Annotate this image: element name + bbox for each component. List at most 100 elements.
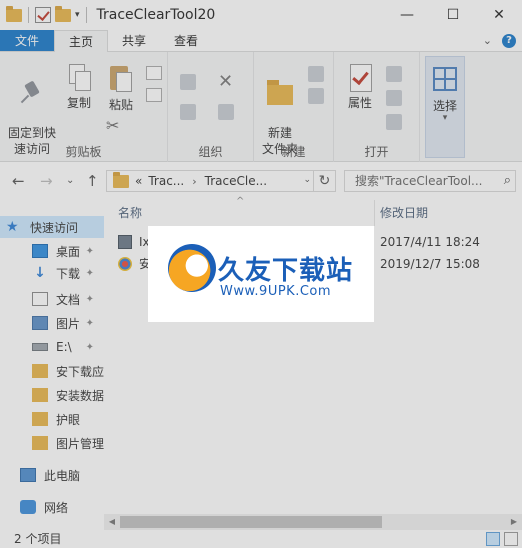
tab-file[interactable]: 文件	[0, 30, 55, 51]
easy-access-icon[interactable]	[308, 88, 324, 104]
nav-network[interactable]: 网络	[0, 496, 104, 518]
refresh-button[interactable]: ↻	[313, 171, 335, 191]
file-date: 2017/4/11 18:24	[380, 235, 480, 249]
address-dropdown-icon[interactable]: ⌄	[303, 175, 311, 185]
nav-quick-access[interactable]: ★ 快速访问	[0, 216, 104, 238]
tab-share[interactable]: 共享	[108, 30, 160, 51]
copy-path-icon[interactable]	[146, 66, 162, 80]
pin-icon[interactable]: ✦	[86, 246, 94, 257]
column-header-modified[interactable]: 修改日期	[380, 200, 428, 226]
properties-button[interactable]: 属性	[340, 64, 380, 111]
breadcrumb-item[interactable]: TraceCle...	[205, 174, 267, 188]
cut-icon[interactable]: ✂	[106, 118, 119, 134]
select-button[interactable]: 选择 ▾	[425, 56, 465, 158]
new-folder-qat-icon[interactable]	[55, 5, 71, 22]
pin-icon[interactable]: ✦	[86, 318, 94, 329]
nav-item-documents[interactable]: 文档 ✦	[0, 288, 104, 310]
copy-to-icon[interactable]	[180, 104, 196, 120]
properties-label: 属性	[347, 96, 372, 110]
drive-icon	[32, 343, 48, 351]
nav-item-label: 桌面	[56, 244, 81, 259]
large-icons-view-icon[interactable]	[504, 532, 518, 546]
help-icon[interactable]: ?	[502, 34, 516, 48]
network-icon	[20, 500, 36, 514]
star-icon: ★	[6, 219, 19, 235]
search-input[interactable]: 搜索"TraceClearTool... ⌕	[344, 170, 516, 192]
logo-swirl-icon	[168, 244, 216, 292]
nav-quick-access-label: 快速访问	[30, 220, 79, 235]
watermark-logo: 久友下载站 Www.9UPK.Com	[148, 226, 374, 322]
tab-home[interactable]: 主页	[54, 30, 109, 53]
qat-dropdown-icon[interactable]: ▾	[75, 10, 80, 20]
pin-icon[interactable]: ✦	[86, 268, 94, 279]
column-divider[interactable]	[374, 200, 375, 226]
pin-icon[interactable]: ✦	[86, 342, 94, 353]
minimize-button[interactable]: —	[384, 0, 430, 30]
quick-access-toolbar: ▾	[0, 5, 89, 23]
pin-icon	[21, 80, 43, 106]
clipboard-group: 固定到快 速访问 复制 粘贴 ✂ 剪贴板	[0, 52, 168, 162]
nav-item-label: 图片	[56, 316, 81, 331]
edit-icon[interactable]	[386, 90, 402, 106]
nav-this-pc[interactable]: 此电脑	[0, 464, 104, 486]
shortcut-icon	[118, 257, 132, 271]
recent-locations-dropdown[interactable]: ⌄	[66, 175, 74, 186]
folder-icon	[32, 364, 48, 378]
ribbon-expand-icon[interactable]: ⌄	[483, 30, 492, 52]
folder-icon[interactable]	[6, 5, 22, 22]
new-folder-icon	[265, 80, 295, 106]
properties-qat-icon[interactable]	[35, 7, 51, 23]
new-item-icon[interactable]	[308, 66, 324, 82]
pin-icon[interactable]: ✦	[86, 294, 94, 305]
paste-label: 粘贴	[108, 98, 133, 112]
ribbon-tabs: 文件 主页 共享 查看 ⌄ ?	[0, 30, 522, 53]
scroll-left-icon[interactable]: ◀	[104, 514, 120, 530]
select-label: 选择	[432, 99, 457, 113]
move-to-icon[interactable]	[180, 74, 196, 90]
nav-item-desktop[interactable]: 桌面 ✦	[0, 240, 104, 262]
horizontal-scrollbar[interactable]: ◀ ▶	[104, 514, 522, 530]
paste-shortcut-icon[interactable]	[146, 88, 162, 102]
details-view-icon[interactable]	[486, 532, 500, 546]
nav-item-folder[interactable]: 图片管理	[0, 432, 104, 454]
folder-icon	[32, 436, 48, 450]
folder-icon	[32, 412, 48, 426]
nav-item-label: 下载	[56, 266, 81, 281]
clipboard-group-label: 剪贴板	[65, 145, 102, 159]
copy-button[interactable]: 复制	[62, 64, 96, 111]
scrollbar-thumb[interactable]	[120, 516, 382, 528]
rename-icon[interactable]	[218, 104, 234, 120]
nav-item-folder[interactable]: 安装数据	[0, 384, 104, 406]
column-header-name[interactable]: 名称	[118, 200, 142, 226]
breadcrumb-overflow[interactable]: «	[135, 174, 142, 188]
address-box[interactable]: « Trac... › TraceCle... ⌄ ↻	[106, 170, 336, 192]
folder-icon	[113, 171, 129, 188]
paste-button[interactable]: 粘贴	[104, 64, 138, 113]
close-button[interactable]: ✕	[476, 0, 522, 30]
nav-this-pc-label: 此电脑	[44, 468, 81, 483]
tab-view[interactable]: 查看	[160, 30, 212, 51]
delete-icon[interactable]: ✕	[218, 73, 233, 91]
open-icon[interactable]	[386, 66, 402, 82]
breadcrumb-separator[interactable]: ›	[192, 175, 196, 188]
toolbar-separator	[85, 7, 87, 23]
nav-item-pictures[interactable]: 图片 ✦	[0, 312, 104, 334]
folder-icon	[32, 388, 48, 402]
forward-button[interactable]: →	[40, 172, 53, 190]
item-count: 2 个项目	[14, 532, 62, 546]
scroll-right-icon[interactable]: ▶	[506, 514, 522, 530]
history-icon[interactable]	[386, 114, 402, 130]
picture-icon	[32, 316, 48, 330]
nav-item-folder[interactable]: 安下载应	[0, 360, 104, 382]
breadcrumb-item[interactable]: Trac...	[148, 174, 184, 188]
document-icon	[32, 292, 48, 306]
navigation-pane: ★ 快速访问 桌面 ✦ ↓ 下载 ✦ 文档 ✦ 图片 ✦ E:\ ✦ 安下载应 …	[0, 200, 104, 530]
search-icon: ⌕	[503, 173, 511, 188]
back-button[interactable]: ←	[12, 172, 25, 190]
maximize-button[interactable]: ☐	[430, 0, 476, 30]
nav-item-downloads[interactable]: ↓ 下载 ✦	[0, 262, 104, 284]
nav-item-folder[interactable]: 护眼	[0, 408, 104, 430]
window-title: TraceClearTool20	[96, 7, 216, 23]
up-button[interactable]: ↑	[86, 172, 99, 190]
nav-item-drive-e[interactable]: E:\ ✦	[0, 336, 104, 358]
